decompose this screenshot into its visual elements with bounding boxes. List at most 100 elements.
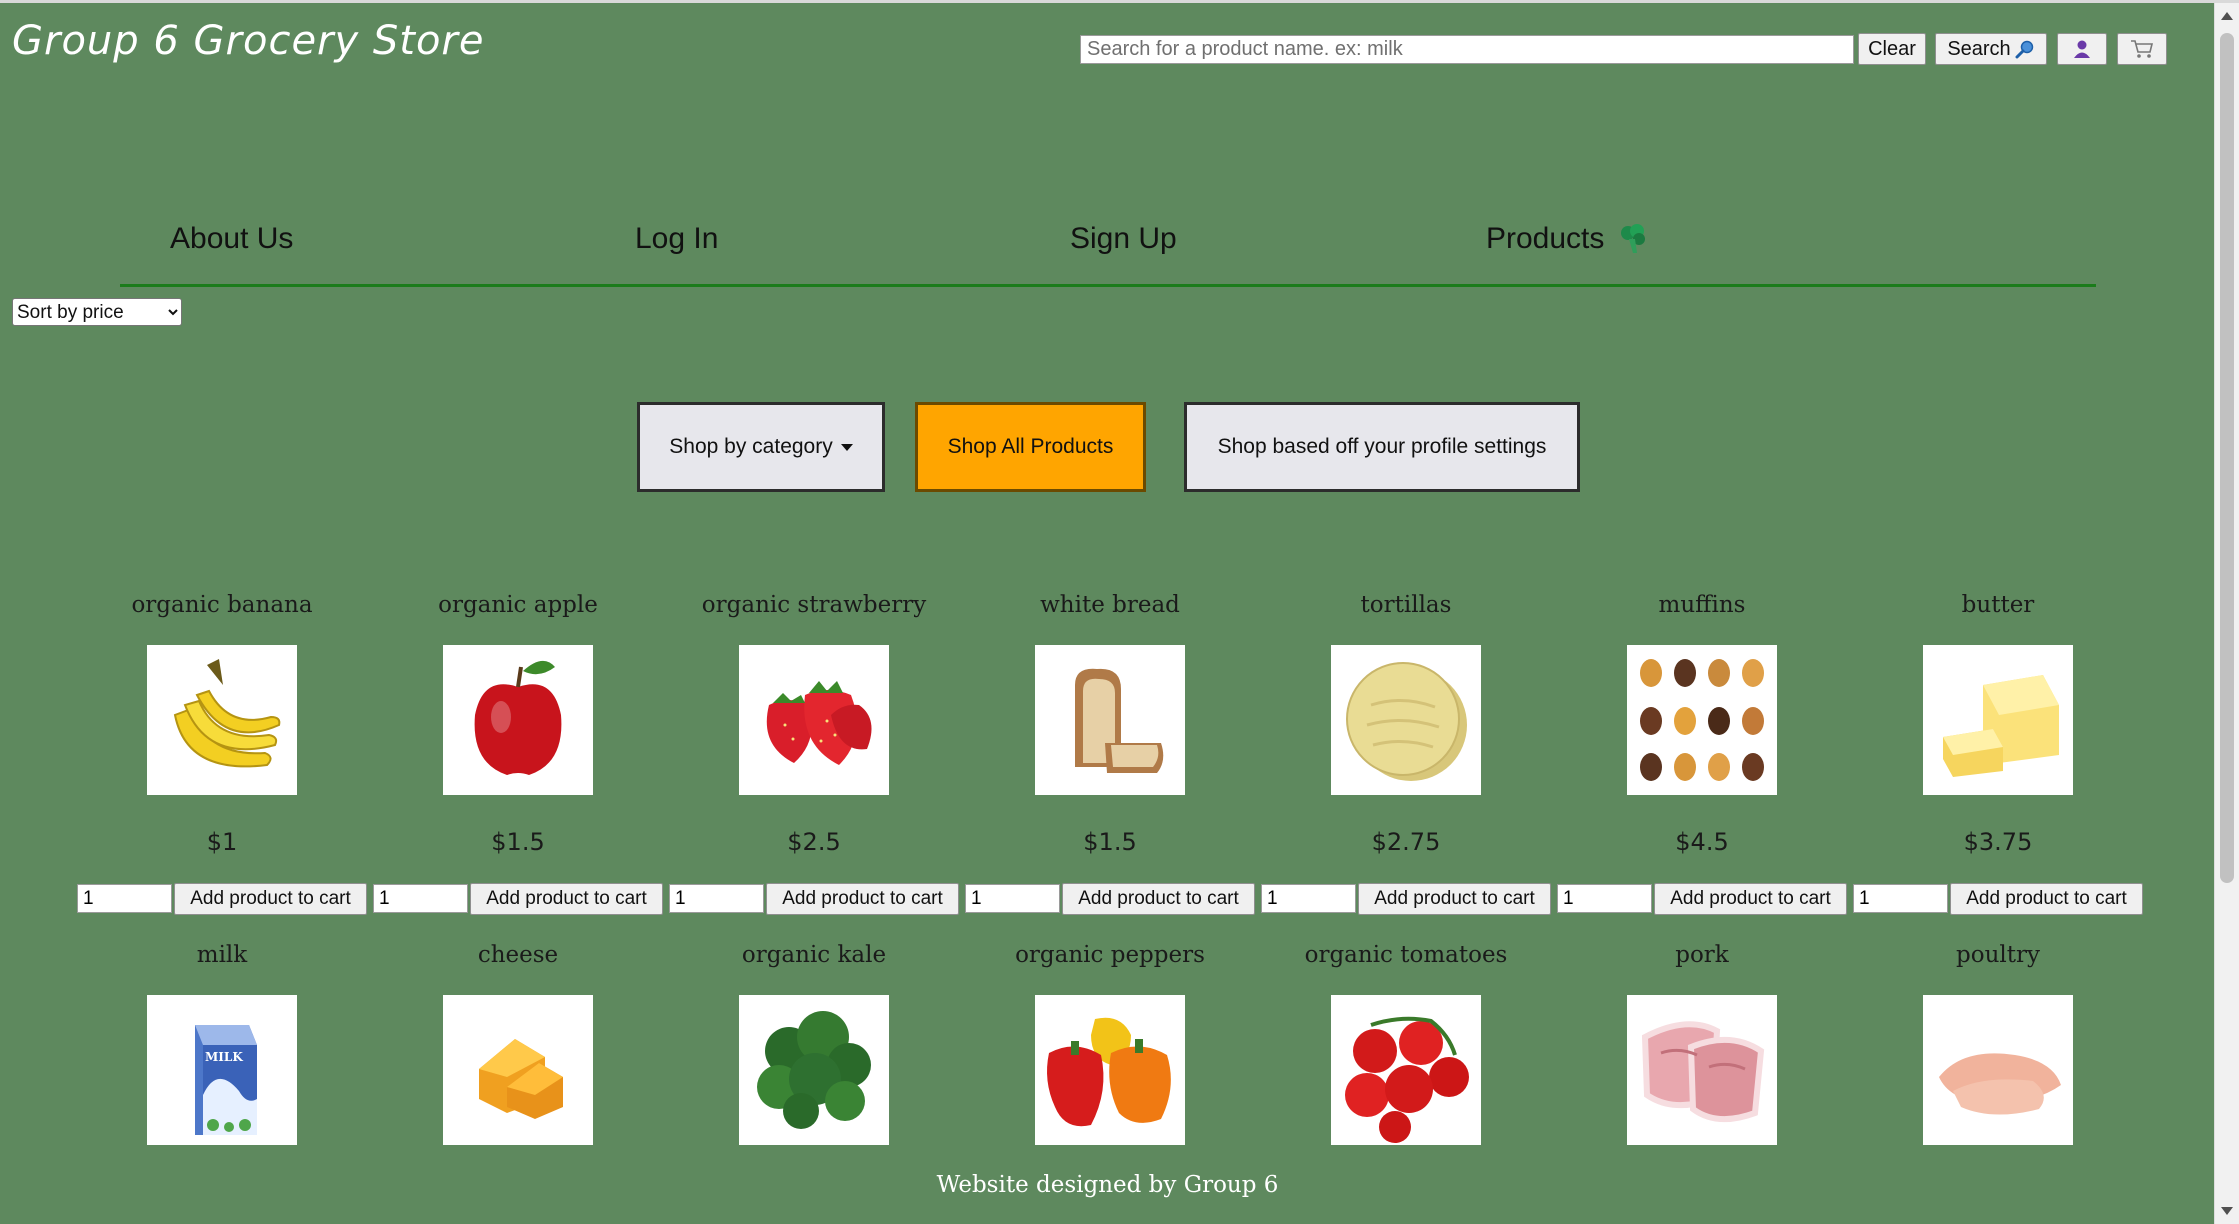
muffins-icon — [1640, 659, 1764, 781]
product-card: organic kale — [666, 928, 962, 1208]
product-name: organic tomatoes — [1304, 942, 1508, 968]
add-to-cart-button[interactable]: Add product to cart — [174, 883, 367, 915]
user-account-button[interactable] — [2057, 33, 2107, 65]
apple-icon — [474, 660, 562, 775]
footer-credit: Website designed by Group 6 — [936, 1172, 1279, 1198]
shopping-cart-button[interactable] — [2117, 33, 2167, 65]
magnifier-icon — [2015, 40, 2033, 59]
product-image[interactable] — [1923, 645, 2073, 795]
add-to-cart-button[interactable]: Add product to cart — [1950, 883, 2143, 915]
product-name: poultry — [1956, 942, 2040, 968]
product-image[interactable] — [443, 645, 593, 795]
product-card: poultry — [1850, 928, 2146, 1208]
product-image[interactable] — [147, 645, 297, 795]
quantity-input[interactable] — [1261, 884, 1356, 913]
search-button[interactable]: Search — [1935, 33, 2047, 65]
search-label: Search — [1947, 37, 2011, 60]
user-icon — [2074, 40, 2090, 58]
nav-sign-up[interactable]: Sign Up — [1070, 222, 1177, 256]
add-to-cart-button[interactable]: Add product to cart — [1654, 883, 1847, 915]
quantity-input[interactable] — [669, 884, 764, 913]
product-name: organic peppers — [1015, 942, 1205, 968]
page-scrollbar[interactable] — [2214, 3, 2239, 1224]
cheese-icon — [479, 1039, 563, 1119]
shop-profile-settings-button[interactable]: Shop based off your profile settings — [1184, 402, 1580, 492]
product-image[interactable] — [739, 995, 889, 1145]
product-card: cheese — [370, 928, 666, 1208]
shop-by-category-button[interactable]: Shop by category — [637, 402, 885, 492]
product-name: butter — [1961, 592, 2035, 618]
product-name: milk — [196, 942, 248, 968]
butter-icon — [1943, 675, 2059, 777]
add-to-cart-button[interactable]: Add product to cart — [1358, 883, 1551, 915]
add-to-cart-button[interactable]: Add product to cart — [1062, 883, 1255, 915]
quantity-input[interactable] — [1557, 884, 1652, 913]
quantity-input[interactable] — [373, 884, 468, 913]
shop-by-category-label: Shop by category — [669, 435, 833, 458]
scroll-down-icon[interactable] — [2221, 1207, 2233, 1215]
product-name: organic banana — [131, 592, 313, 618]
product-image[interactable] — [1035, 995, 1185, 1145]
nav-log-in[interactable]: Log In — [635, 222, 718, 256]
product-card: organic tomatoes — [1258, 928, 1554, 1208]
product-name: organic apple — [438, 592, 598, 618]
sort-by-price-select[interactable]: Sort by price — [12, 298, 182, 326]
cart-icon — [2131, 40, 2154, 58]
quantity-input[interactable] — [965, 884, 1060, 913]
tomatoes-icon — [1345, 1016, 1469, 1143]
add-to-cart-button[interactable]: Add product to cart — [470, 883, 663, 915]
product-image[interactable] — [1923, 995, 2073, 1145]
product-image[interactable] — [1331, 995, 1481, 1145]
shop-all-products-button[interactable]: Shop All Products — [915, 402, 1146, 492]
product-image[interactable] — [1627, 645, 1777, 795]
product-name: pork — [1675, 942, 1729, 968]
search-input[interactable] — [1080, 35, 1854, 64]
chicken-icon — [1939, 1053, 2061, 1115]
product-name: organic kale — [741, 942, 887, 968]
product-image[interactable] — [443, 995, 593, 1145]
product-name: muffins — [1658, 592, 1746, 618]
scroll-up-icon[interactable] — [2221, 12, 2233, 20]
clear-button[interactable]: Clear — [1858, 33, 1926, 65]
milk-carton-icon: MILK — [195, 1025, 257, 1135]
tortilla-icon — [1346, 662, 1467, 781]
scrollbar-thumb[interactable] — [2220, 33, 2234, 883]
product-card: organic banana $1 Add product to cart — [74, 578, 370, 928]
milk-carton-label: MILK — [205, 1050, 243, 1064]
product-card: milk MILK — [74, 928, 370, 1208]
product-card: pork — [1554, 928, 1850, 1208]
nav-products[interactable]: Products — [1486, 222, 1648, 256]
clear-label: Clear — [1868, 37, 1916, 60]
product-price: $1.5 — [491, 828, 545, 856]
caret-down-icon — [840, 443, 853, 451]
product-row-2: milk MILK cheese organic kale organic pe… — [74, 928, 2146, 1208]
product-name: organic strawberry — [701, 592, 927, 618]
product-name: white bread — [1040, 592, 1180, 618]
product-card: white bread $1.5 Add product to cart — [962, 578, 1258, 928]
product-card: organic peppers — [962, 928, 1258, 1208]
product-image[interactable] — [1627, 995, 1777, 1145]
broccoli-icon — [1621, 224, 1646, 253]
product-image[interactable] — [739, 645, 889, 795]
product-price: $1.5 — [1083, 828, 1137, 856]
product-card: organic apple $1.5 Add product to cart — [370, 578, 666, 928]
banana-icon — [173, 659, 281, 768]
window-top-edge — [0, 0, 2239, 3]
main-navigation: About Us Log In Sign Up Products — [120, 212, 2096, 287]
product-name: tortillas — [1360, 592, 1452, 618]
product-price: $2.5 — [787, 828, 841, 856]
product-image[interactable]: MILK — [147, 995, 297, 1145]
quantity-input[interactable] — [77, 884, 172, 913]
product-card: tortillas $2.75 Add product to cart — [1258, 578, 1554, 928]
bread-icon — [1075, 668, 1164, 773]
product-price: $2.75 — [1371, 828, 1441, 856]
product-image[interactable] — [1035, 645, 1185, 795]
product-card: organic strawberry $2.5 Add product to c… — [666, 578, 962, 928]
product-row-1: organic banana $1 Add product to cart or… — [74, 578, 2146, 928]
nav-products-label: Products — [1486, 222, 1605, 255]
product-image[interactable] — [1331, 645, 1481, 795]
nav-about-us[interactable]: About Us — [170, 222, 293, 256]
quantity-input[interactable] — [1853, 884, 1948, 913]
add-to-cart-button[interactable]: Add product to cart — [766, 883, 959, 915]
product-name: cheese — [477, 942, 559, 968]
